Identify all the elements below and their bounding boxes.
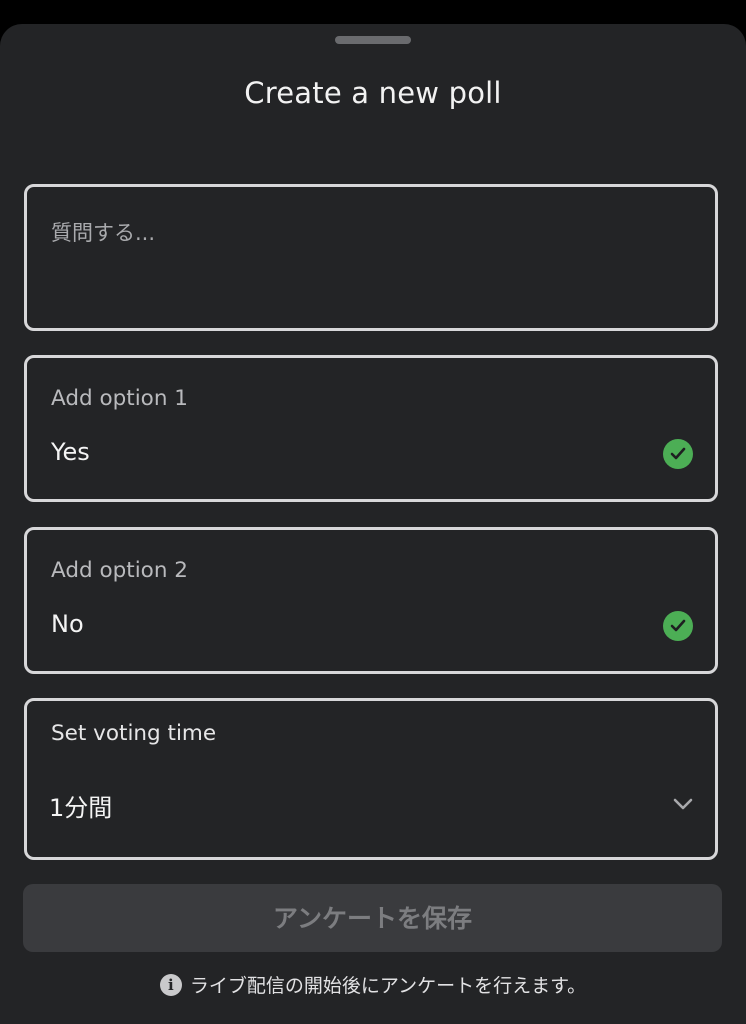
dialog-title: Create a new poll — [244, 76, 502, 110]
check-circle-icon — [663, 611, 693, 641]
voting-time-select[interactable]: Set voting time 1分間 — [24, 698, 718, 860]
poll-sheet: Create a new poll 質問する... Add option 1 Y… — [0, 24, 746, 1024]
option-1-field[interactable]: Add option 1 Yes — [24, 355, 718, 502]
save-poll-button[interactable]: アンケートを保存 — [23, 884, 722, 952]
voting-time-value[interactable]: 1分間 — [49, 788, 112, 823]
info-icon: i — [159, 973, 182, 996]
option-1-value[interactable]: Yes — [51, 438, 90, 466]
voting-time-label: Set voting time — [51, 721, 217, 746]
option-2-label: Add option 2 — [51, 558, 188, 583]
option-1-label: Add option 1 — [51, 386, 188, 411]
option-2-field[interactable]: Add option 2 No — [24, 527, 718, 674]
question-placeholder: 質問する... — [51, 221, 156, 245]
option-2-value[interactable]: No — [51, 610, 84, 638]
question-input[interactable]: 質問する... — [24, 184, 718, 331]
chevron-down-icon[interactable] — [673, 795, 693, 814]
info-text: ライブ配信の開始後にアンケートを行えます。 — [189, 975, 587, 997]
check-circle-icon — [663, 439, 693, 469]
drag-handle[interactable] — [335, 36, 411, 44]
info-note: i ライブ配信の開始後にアンケートを行えます。 — [0, 972, 746, 1000]
